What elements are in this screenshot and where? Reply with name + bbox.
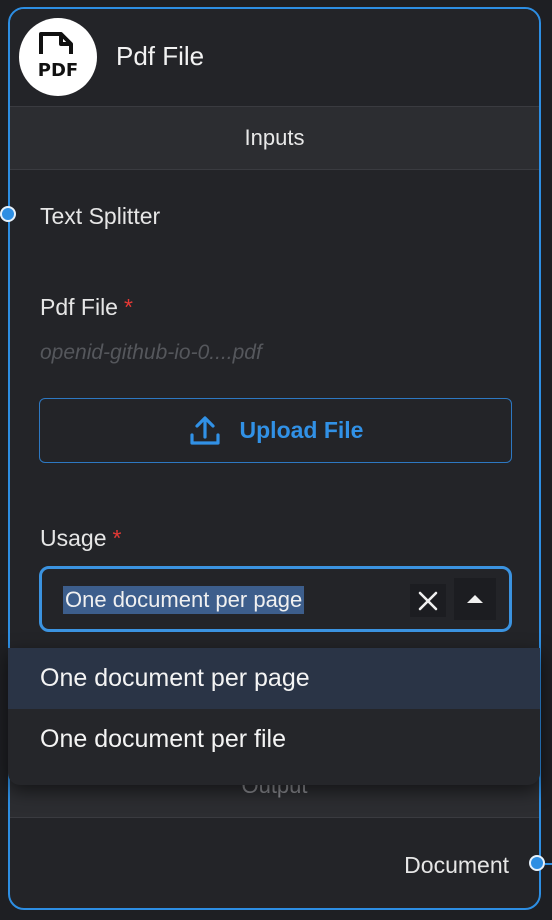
- text-splitter-input-label: Text Splitter: [40, 203, 161, 229]
- dropdown-option[interactable]: One document per file: [8, 709, 540, 770]
- input-handle[interactable]: [0, 206, 16, 222]
- required-marker: *: [123, 294, 133, 320]
- selected-filename: openid-github-io-0....pdf: [40, 341, 262, 364]
- usage-dropdown-menu: One document per page One document per f…: [8, 648, 540, 785]
- node-header: PDF Pdf File: [10, 9, 539, 107]
- usage-select-value[interactable]: One document per page: [63, 586, 305, 614]
- close-icon: [418, 591, 438, 610]
- usage-label: Usage *: [40, 525, 121, 552]
- output-handle[interactable]: [529, 855, 545, 871]
- node-avatar: PDF: [19, 18, 97, 96]
- pdf-file-label-text: Pdf File: [40, 294, 118, 320]
- document-output-label: Document: [404, 852, 509, 878]
- upload-file-button[interactable]: Upload File: [39, 398, 512, 463]
- upload-file-label: Upload File: [239, 417, 364, 443]
- usage-select[interactable]: One document per page: [39, 566, 512, 632]
- usage-label-text: Usage: [40, 525, 107, 551]
- inputs-section-header: Inputs: [10, 106, 539, 170]
- clear-selection-button[interactable]: [410, 584, 446, 617]
- output-connector-line: [545, 863, 552, 865]
- node-title: Pdf File: [116, 41, 205, 71]
- upload-icon: [189, 415, 220, 445]
- required-marker: *: [112, 525, 122, 551]
- pdf-file-label: Pdf File *: [40, 294, 133, 321]
- pdf-file-icon: PDF: [38, 32, 78, 81]
- caret-up-icon: [467, 595, 483, 603]
- dropdown-option[interactable]: One document per page: [8, 648, 540, 709]
- pdf-icon-text: PDF: [38, 60, 78, 81]
- toggle-dropdown-button[interactable]: [454, 578, 496, 620]
